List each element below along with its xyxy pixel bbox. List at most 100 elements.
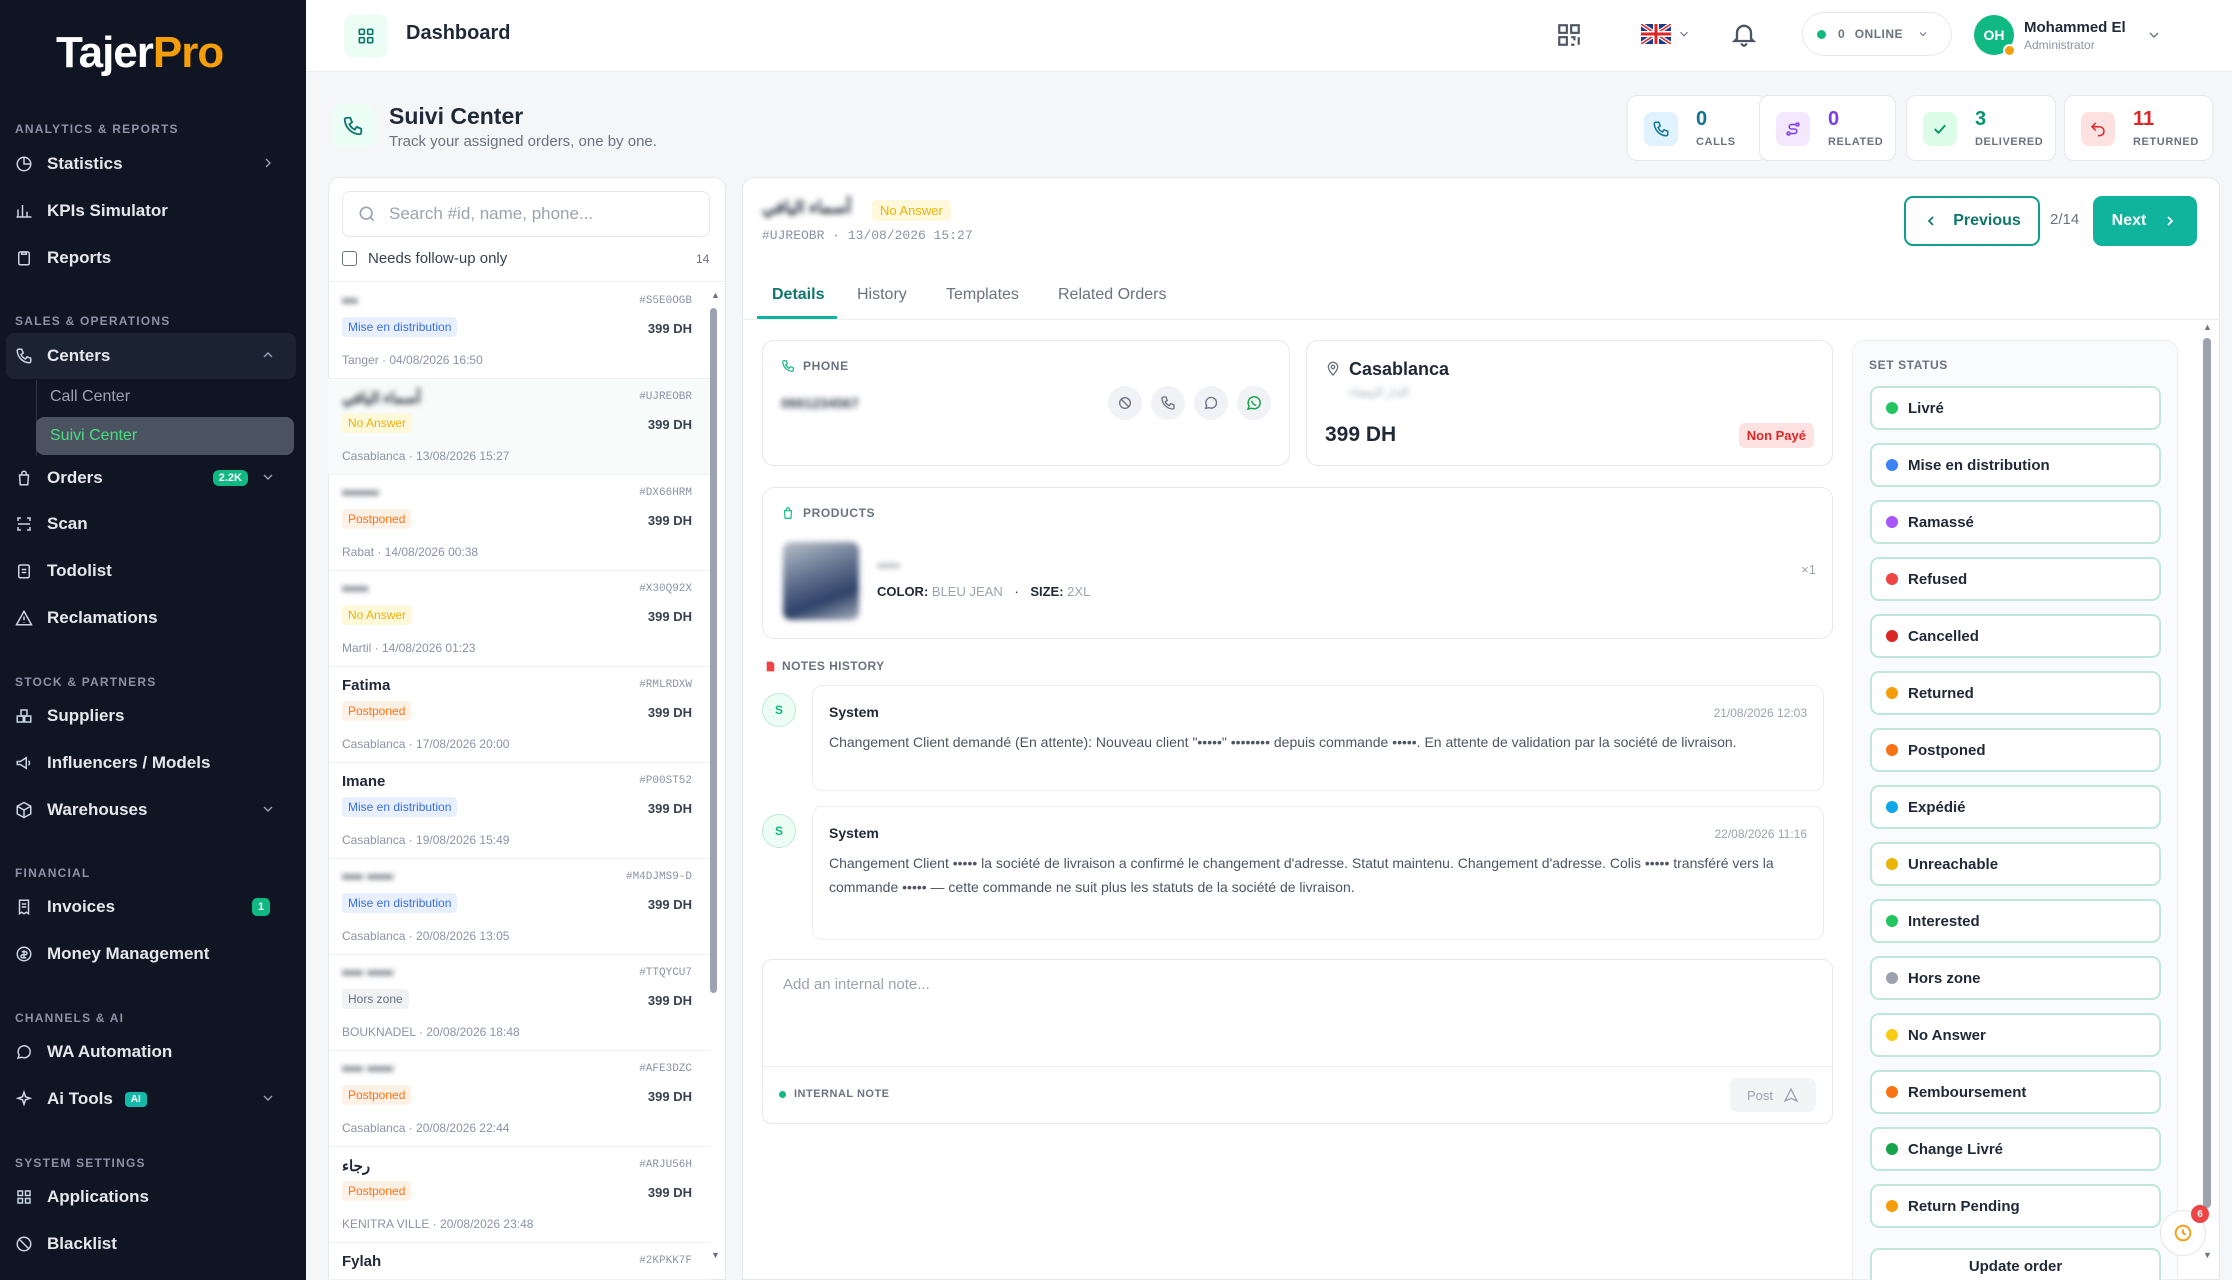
block-call-icon[interactable] — [1108, 386, 1142, 420]
online-dot — [1817, 29, 1826, 39]
whatsapp-icon[interactable] — [1237, 386, 1271, 420]
status-option-returned[interactable]: Returned — [1870, 671, 2161, 715]
sidebar-item-orders[interactable]: Orders 2.2K — [0, 455, 296, 501]
sidebar-item-scan[interactable]: Scan — [0, 501, 296, 547]
tab-history[interactable]: History — [857, 286, 907, 304]
online-status-dropdown[interactable]: 0 ONLINE — [1802, 12, 1952, 56]
order-ref: #UJREOBR · 13/08/2026 15:27 — [762, 228, 973, 243]
order-list-item[interactable]: •••• ••••• #AFE3DZC Postponed 399 DH Casabla… — [328, 1051, 710, 1147]
tab-related-orders[interactable]: Related Orders — [1058, 286, 1167, 304]
status-option-cancelled[interactable]: Cancelled — [1870, 614, 2161, 658]
dashboard-icon[interactable] — [344, 14, 388, 58]
status-option-return-pending[interactable]: Return Pending — [1870, 1184, 2161, 1228]
sidebar-item-call-center[interactable]: Call Center — [36, 378, 294, 416]
scrollbar-thumb[interactable] — [2203, 338, 2211, 1208]
product-image — [783, 542, 859, 620]
language-selector[interactable] — [1641, 24, 1691, 44]
follow-up-checkbox[interactable] — [342, 251, 357, 266]
status-option-hors-zone[interactable]: Hors zone — [1870, 956, 2161, 1000]
chevron-down-icon — [263, 806, 273, 812]
status-option-no-answer[interactable]: No Answer — [1870, 1013, 2161, 1057]
order-list-scrollbar[interactable]: ▲ ▼ — [708, 290, 720, 1270]
note-textarea[interactable]: Add an internal note... — [783, 976, 930, 993]
order-customer-name: •••• ••••• — [342, 1061, 394, 1078]
sidebar-item-blacklist[interactable]: Blacklist — [0, 1221, 296, 1267]
sidebar-item-kpis[interactable]: KPIs Simulator — [0, 188, 296, 234]
tab-details[interactable]: Details — [772, 286, 824, 304]
status-option-change-livr-[interactable]: Change Livré — [1870, 1127, 2161, 1171]
stat-delivered: 3 DELIVERED — [1906, 95, 2056, 161]
order-list-item[interactable]: أسماء اليافي #UJREOBR No Answer 399 DH Casab… — [328, 379, 710, 475]
bell-icon[interactable] — [1730, 20, 1758, 53]
pager: 2/14 — [2050, 211, 2080, 228]
order-list-item[interactable]: ••••• #X30Q92X No Answer 399 DH Martil · 14/… — [328, 571, 710, 667]
order-list-item[interactable]: Fatima #RMLRDXW Postponed 399 DH Casablanca … — [328, 667, 710, 763]
next-button[interactable]: Next — [2093, 196, 2197, 246]
sidebar-item-reclamations[interactable]: Reclamations — [0, 595, 296, 641]
status-option-mise-en-distribution[interactable]: Mise en distribution — [1870, 443, 2161, 487]
order-list-item[interactable]: Fylah #2KPKK7F — [328, 1243, 710, 1280]
order-price: 399 DH — [647, 321, 692, 336]
brand-logo[interactable]: TajerPro — [56, 28, 224, 78]
follow-up-filter[interactable]: Needs follow-up only — [342, 250, 507, 267]
sidebar-item-todolist[interactable]: Todolist — [0, 548, 296, 594]
order-list-item[interactable]: •••• ••••• #TTQYCU7 Hors zone 399 DH BOUKNAD… — [328, 955, 710, 1051]
chevron-down-icon — [1680, 31, 1688, 37]
order-list-item[interactable]: ••• #S5E0OGB Mise en distribution 399 DH Tan… — [328, 283, 710, 379]
order-list-item[interactable]: رجاء #ARJU56H Postponed 399 DH KENITRA VILLE… — [328, 1147, 710, 1243]
order-list-item[interactable]: •••• ••••• #M4DJMS9-D Mise en distribution… — [328, 859, 710, 955]
sidebar-item-influencers[interactable]: Influencers / Models — [0, 740, 296, 786]
qr-code-icon[interactable] — [1556, 22, 1582, 53]
order-customer-name: أسماء اليافي — [342, 390, 421, 407]
order-id: #M4DJMS9-D — [625, 871, 692, 883]
sidebar-item-suppliers[interactable]: Suppliers — [0, 693, 296, 739]
grid-icon — [15, 1188, 33, 1206]
sidebar-item-reports[interactable]: Reports — [0, 235, 296, 281]
sidebar-item-warehouses[interactable]: Warehouses — [0, 787, 296, 833]
chevron-down-icon — [2149, 32, 2159, 38]
tab-templates[interactable]: Templates — [946, 286, 1019, 304]
sidebar-item-statistics[interactable]: Statistics — [0, 141, 296, 187]
floating-timer-button[interactable]: 6 — [2160, 1205, 2209, 1256]
whatsapp-icon — [15, 1043, 33, 1061]
detail-scrollbar[interactable]: ▲ ▼ — [2201, 322, 2213, 1262]
post-button[interactable]: Post — [1730, 1078, 1816, 1112]
status-option-postponed[interactable]: Postponed — [1870, 728, 2161, 772]
order-status-badge: Postponed — [342, 701, 412, 721]
sidebar-item-ai-tools[interactable]: Ai Tools AI — [0, 1076, 296, 1122]
previous-button[interactable]: Previous — [1904, 196, 2040, 246]
checklist-icon — [15, 562, 33, 580]
chevron-right-icon — [2167, 216, 2174, 226]
status-dot — [1886, 687, 1898, 699]
section-sales: SALES & OPERATIONS — [15, 314, 171, 328]
order-customer-name: ••• — [342, 293, 358, 310]
suivi-phone-icon — [331, 104, 375, 148]
search-input[interactable]: Search #id, name, phone... — [342, 191, 710, 237]
sidebar-item-wa-automation[interactable]: WA Automation — [0, 1029, 296, 1075]
order-price: 399 DH — [647, 513, 692, 528]
sidebar-item-applications[interactable]: Applications — [0, 1174, 296, 1220]
product-variant: COLOR: BLEU JEAN · SIZE: 2XL — [877, 584, 1091, 599]
status-dot — [1886, 573, 1898, 585]
status-option-remboursement[interactable]: Remboursement — [1870, 1070, 2161, 1114]
sidebar-item-money[interactable]: Money Management — [0, 931, 296, 977]
call-icon[interactable] — [1151, 386, 1185, 420]
sidebar-item-centers[interactable]: Centers — [6, 333, 296, 379]
sidebar-item-invoices[interactable]: Invoices 1 — [0, 884, 296, 930]
user-menu[interactable]: OH Mohammed El Administrator — [1974, 10, 2214, 60]
status-option-exp-di-[interactable]: Expédié — [1870, 785, 2161, 829]
phone-number: 0661234567 — [781, 395, 859, 411]
sidebar-item-suivi-center[interactable]: Suivi Center — [36, 417, 294, 455]
message-icon[interactable] — [1194, 386, 1228, 420]
order-list-item[interactable]: Imane #P00ST52 Mise en distribution 399 DH C… — [328, 763, 710, 859]
update-order-button[interactable]: Update order — [1870, 1248, 2161, 1280]
order-status-badge: Postponed — [342, 509, 412, 529]
scrollbar-thumb[interactable] — [710, 308, 717, 993]
status-option-livr-[interactable]: Livré — [1870, 386, 2161, 430]
status-option-interested[interactable]: Interested — [1870, 899, 2161, 943]
status-option-ramass-[interactable]: Ramassé — [1870, 500, 2161, 544]
status-option-refused[interactable]: Refused — [1870, 557, 2161, 601]
top-bar: Dashboard 0 ONLINE OH Mohammed El Admini… — [306, 0, 2232, 72]
status-option-unreachable[interactable]: Unreachable — [1870, 842, 2161, 886]
order-list-item[interactable]: ••••••• #DX66HRM Postponed 399 DH Rabat · 14… — [328, 475, 710, 571]
